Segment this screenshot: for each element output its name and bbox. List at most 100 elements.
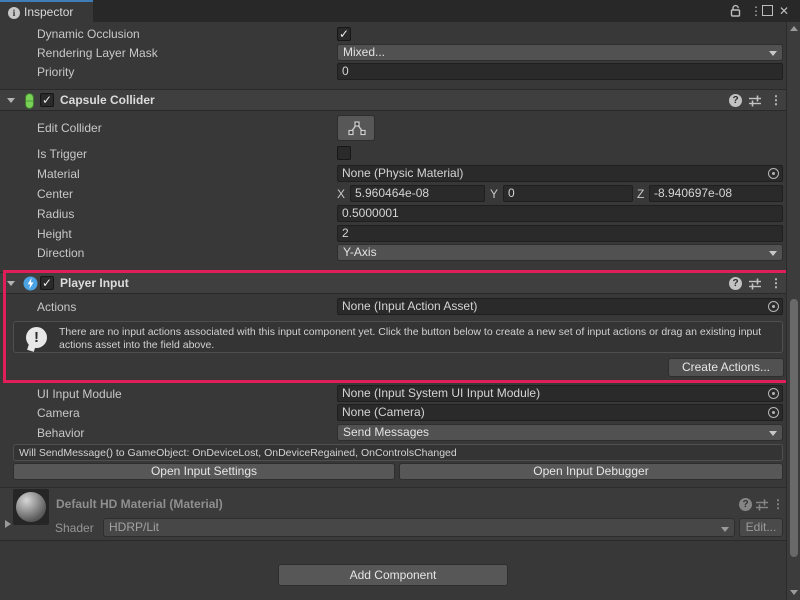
- foldout-open-icon[interactable]: [7, 281, 15, 286]
- camera-value: None (Camera): [342, 405, 425, 419]
- chevron-down-icon: [721, 527, 729, 532]
- object-picker-icon[interactable]: [768, 301, 779, 312]
- checkmark-icon: ✓: [42, 93, 52, 107]
- warning-icon: !: [26, 327, 47, 348]
- center-x-input[interactable]: 5.960464e-08: [350, 185, 485, 202]
- center-z-label: Z: [637, 185, 644, 203]
- actions-object-field[interactable]: None (Input Action Asset): [337, 298, 783, 315]
- tab-inspector-label: Inspector: [24, 5, 73, 19]
- inspector-info-icon: i: [8, 7, 20, 19]
- edit-collider-icon: [348, 121, 366, 136]
- rendering-layer-mask-label: Rendering Layer Mask: [37, 44, 158, 62]
- material-sphere-icon: [16, 492, 46, 522]
- capsule-collider-title: Capsule Collider: [60, 93, 155, 107]
- add-component-button[interactable]: Add Component: [278, 564, 508, 586]
- shader-dropdown[interactable]: HDRP/Lit: [103, 518, 735, 537]
- camera-object-field[interactable]: None (Camera): [337, 404, 783, 421]
- ui-input-module-label: UI Input Module: [37, 385, 122, 403]
- checkmark-icon: ✓: [42, 276, 52, 290]
- component-menu-kebab-icon[interactable]: ⋮: [772, 497, 784, 511]
- material-label: Material: [37, 165, 80, 183]
- presets-icon[interactable]: [748, 277, 762, 291]
- is-trigger-label: Is Trigger: [37, 145, 87, 163]
- direction-label: Direction: [37, 244, 84, 262]
- scroll-up-icon[interactable]: [790, 26, 798, 31]
- tab-menu-kebab-icon[interactable]: ⋮: [750, 4, 762, 18]
- capsule-collider-enabled-checkbox[interactable]: ✓: [40, 93, 54, 107]
- radius-input[interactable]: 0.5000001: [337, 205, 783, 222]
- presets-icon[interactable]: [755, 498, 769, 512]
- object-picker-icon[interactable]: [768, 388, 779, 399]
- tab-bar: i Inspector ⋮ ✕: [0, 0, 800, 22]
- height-label: Height: [37, 225, 72, 243]
- send-message-infobox: Will SendMessage() to GameObject: OnDevi…: [13, 444, 783, 461]
- tab-inspector[interactable]: i Inspector: [0, 0, 93, 22]
- actions-value: None (Input Action Asset): [342, 299, 477, 313]
- component-menu-kebab-icon[interactable]: ⋮: [770, 93, 782, 107]
- material-edit-button[interactable]: Edit...: [739, 518, 783, 537]
- player-input-help-text: There are no input actions associated wi…: [59, 326, 775, 352]
- help-icon[interactable]: ?: [729, 277, 742, 290]
- close-icon[interactable]: ✕: [779, 4, 789, 18]
- is-trigger-checkbox[interactable]: [337, 146, 351, 160]
- dynamic-occlusion-checkbox[interactable]: ✓: [337, 27, 351, 41]
- vertical-scrollbar[interactable]: [786, 22, 800, 600]
- radius-label: Radius: [37, 205, 74, 223]
- dynamic-occlusion-label: Dynamic Occlusion: [37, 25, 140, 43]
- center-x-label: X: [337, 185, 345, 203]
- player-input-title: Player Input: [60, 276, 129, 290]
- actions-label: Actions: [37, 298, 76, 316]
- edit-collider-button[interactable]: [337, 115, 375, 141]
- capsule-collider-icon: [23, 92, 36, 110]
- object-picker-icon[interactable]: [768, 168, 779, 179]
- capsule-collider-header[interactable]: ✓ Capsule Collider ? ⋮: [0, 89, 786, 111]
- ui-input-module-value: None (Input System UI Input Module): [342, 386, 540, 400]
- foldout-open-icon[interactable]: [7, 98, 15, 103]
- rendering-layer-mask-value: Mixed...: [343, 45, 385, 59]
- scroll-down-icon[interactable]: [790, 590, 798, 595]
- shader-label: Shader: [55, 519, 94, 537]
- player-input-icon: [23, 276, 38, 291]
- component-menu-kebab-icon[interactable]: ⋮: [770, 276, 782, 290]
- open-input-settings-button[interactable]: Open Input Settings: [13, 463, 395, 480]
- chevron-down-icon: [769, 431, 777, 436]
- unlock-icon[interactable]: [729, 4, 742, 18]
- center-y-label: Y: [490, 185, 498, 203]
- chevron-down-icon: [769, 251, 777, 256]
- priority-label: Priority: [37, 63, 74, 81]
- player-input-header[interactable]: ✓ Player Input ? ⋮: [0, 272, 786, 294]
- object-picker-icon[interactable]: [768, 407, 779, 418]
- checkmark-icon: ✓: [339, 27, 349, 41]
- presets-icon[interactable]: [748, 94, 762, 108]
- material-value: None (Physic Material): [342, 166, 463, 180]
- help-icon[interactable]: ?: [739, 498, 752, 511]
- behavior-value: Send Messages: [343, 425, 429, 439]
- material-object-field[interactable]: None (Physic Material): [337, 165, 783, 182]
- player-input-enabled-checkbox[interactable]: ✓: [40, 276, 54, 290]
- material-section-title: Default HD Material (Material): [56, 495, 223, 513]
- center-z-input[interactable]: -8.940697e-08: [649, 185, 783, 202]
- direction-value: Y-Axis: [343, 245, 377, 259]
- maximize-icon[interactable]: [762, 5, 773, 16]
- center-y-input[interactable]: 0: [503, 185, 633, 202]
- scrollbar-thumb[interactable]: [790, 299, 798, 557]
- send-message-info-text: Will SendMessage() to GameObject: OnDevi…: [19, 447, 779, 460]
- center-label: Center: [37, 185, 73, 203]
- material-preview-thumbnail[interactable]: [13, 489, 49, 525]
- chevron-down-icon: [769, 51, 777, 56]
- behavior-label: Behavior: [37, 424, 84, 442]
- create-actions-button[interactable]: Create Actions...: [668, 358, 784, 377]
- behavior-dropdown[interactable]: Send Messages: [337, 424, 783, 441]
- open-input-debugger-button[interactable]: Open Input Debugger: [399, 463, 783, 480]
- help-icon[interactable]: ?: [729, 94, 742, 107]
- direction-dropdown[interactable]: Y-Axis: [337, 244, 783, 261]
- ui-input-module-object-field[interactable]: None (Input System UI Input Module): [337, 385, 783, 402]
- shader-value: HDRP/Lit: [109, 520, 159, 534]
- foldout-closed-icon[interactable]: [5, 520, 11, 528]
- height-input[interactable]: 2: [337, 225, 783, 242]
- rendering-layer-mask-dropdown[interactable]: Mixed...: [337, 44, 783, 61]
- inspector-window: i Inspector ⋮ ✕ Dynamic Occlusion ✓ Rend…: [0, 0, 800, 600]
- player-input-helpbox: ! There are no input actions associated …: [13, 321, 783, 353]
- priority-input[interactable]: 0: [337, 63, 783, 80]
- edit-collider-label: Edit Collider: [37, 119, 102, 137]
